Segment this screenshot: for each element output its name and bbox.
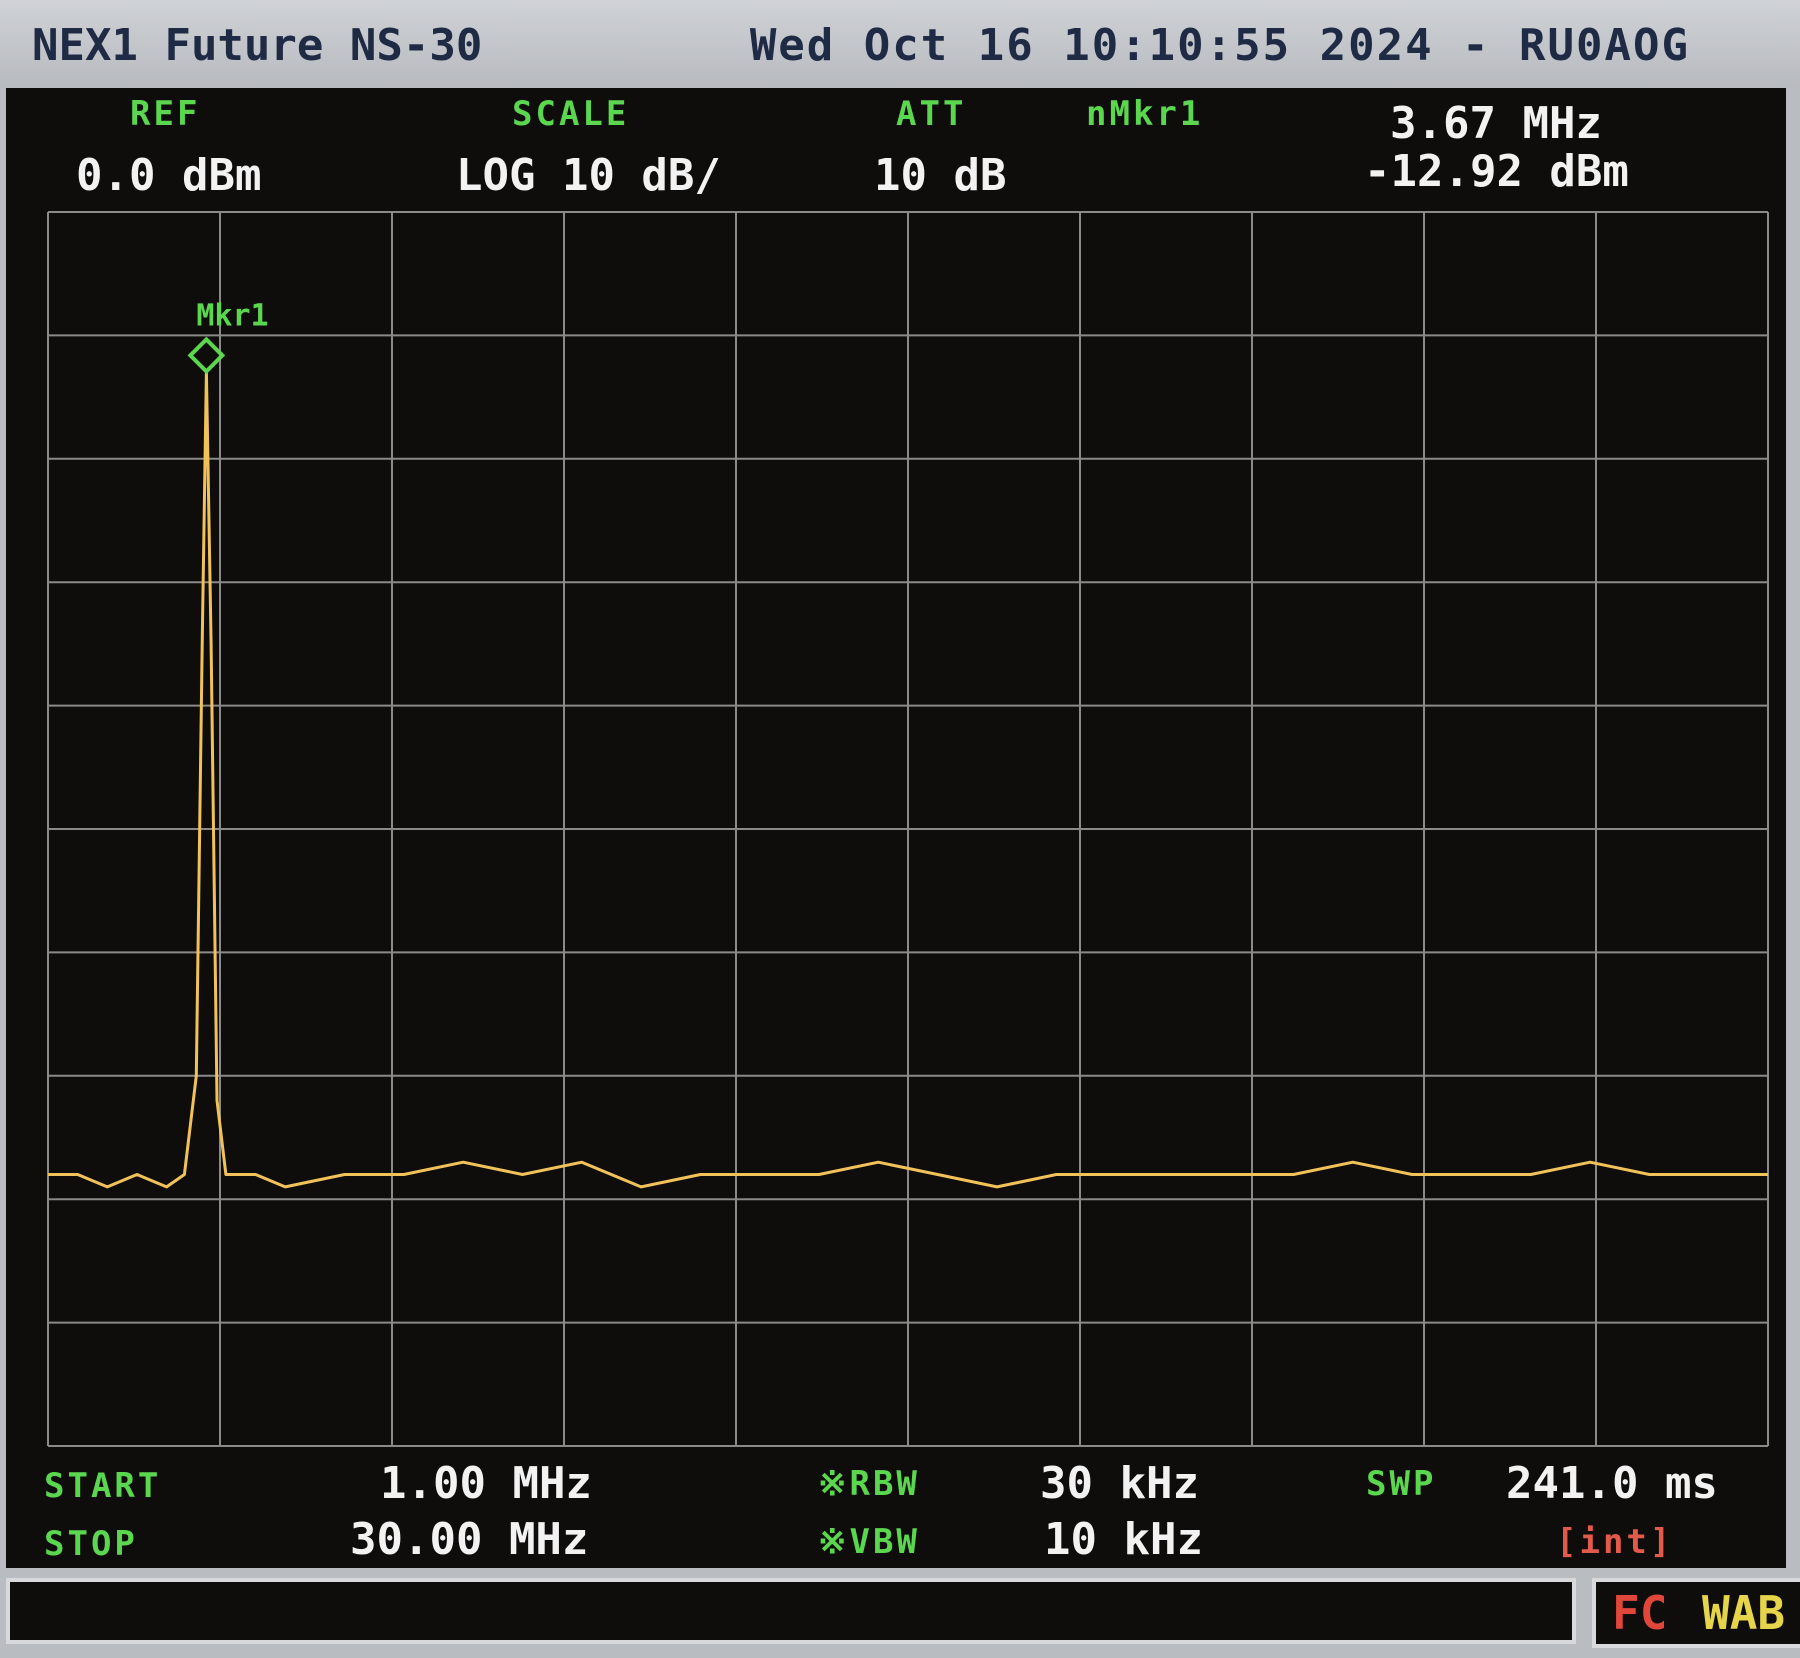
title-bar: NEX1 Future NS-30 Wed Oct 16 10:10:55 20… <box>0 0 1800 88</box>
sweep-mode: [int] <box>1556 1522 1674 1562</box>
stop-label: STOP <box>44 1524 138 1564</box>
start-value: 1.00 MHz <box>380 1458 592 1509</box>
sweep-value: 241.0 ms <box>1506 1458 1718 1509</box>
fc-indicator: FC WAB <box>1592 1578 1800 1648</box>
stop-value: 30.00 MHz <box>350 1514 589 1565</box>
sweep-label: SWP <box>1366 1464 1437 1504</box>
marker-diamond <box>187 336 226 375</box>
rbw-label: ※RBW <box>818 1464 920 1504</box>
spectrum-plot: Mkr1 <box>47 211 1769 1447</box>
start-label: START <box>44 1466 162 1506</box>
vbw-label: ※VBW <box>818 1522 920 1562</box>
marker-label-text: Mkr1 <box>196 298 268 333</box>
vbw-value: 10 kHz <box>1044 1514 1203 1565</box>
rbw-value: 30 kHz <box>1040 1458 1199 1509</box>
analyzer-screen: REF 0.0 dBm SCALE LOG 10 dB/ ATT 10 dB n… <box>6 88 1786 1568</box>
wab-label: WAB <box>1702 1586 1786 1640</box>
status-bar <box>6 1578 1576 1644</box>
device-name: NEX1 Future NS-30 <box>32 20 483 71</box>
datetime-callsign: Wed Oct 16 10:10:55 2024 - RU0AOG <box>749 20 1690 71</box>
fc-label: FC <box>1612 1586 1668 1640</box>
